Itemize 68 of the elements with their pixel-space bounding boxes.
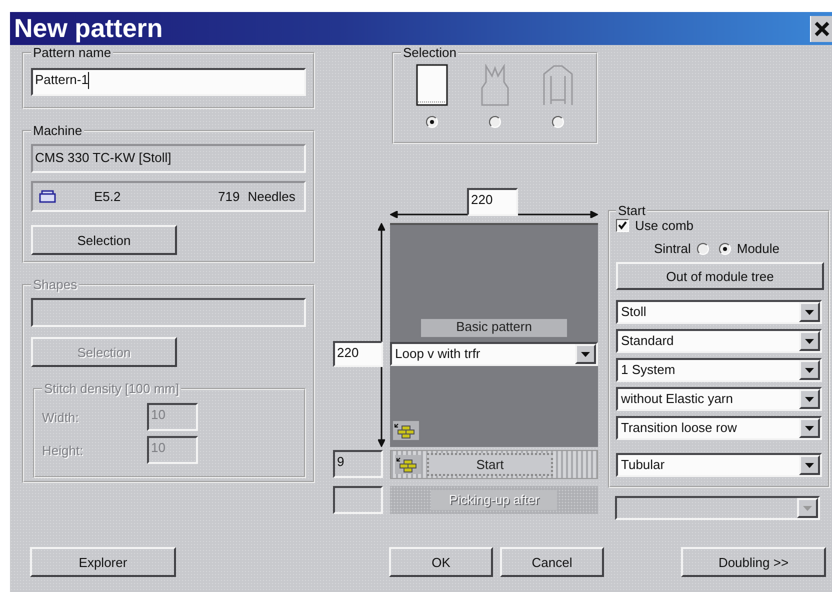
panel-icon (416, 64, 448, 106)
dropdown-button[interactable] (799, 389, 820, 409)
machine-name-field: CMS 330 TC-KW [Stoll] (31, 144, 306, 173)
dropdown-button[interactable] (799, 302, 820, 322)
dropdown[interactable]: 1 System (616, 358, 822, 382)
selection-button[interactable]: Selection (31, 225, 177, 255)
group-label: Stitch density [100 mm] (43, 381, 180, 396)
cancel-button[interactable]: Cancel (500, 547, 604, 577)
caret-icon (803, 506, 812, 510)
machine-icon (39, 190, 56, 203)
sintral-label: Sintral (654, 241, 691, 256)
caret-icon (805, 396, 814, 402)
radio-button[interactable] (488, 116, 501, 128)
group-label: Pattern name (32, 45, 112, 60)
width-field[interactable]: 220 (467, 188, 518, 216)
bricks-icon (395, 455, 421, 474)
close-icon (814, 20, 830, 36)
needle-count: 719 (218, 189, 240, 204)
dropdown-button[interactable] (799, 418, 820, 438)
dropdown[interactable]: Stoll (616, 300, 822, 324)
start-label: Start (427, 453, 553, 476)
radio-button[interactable] (718, 242, 731, 254)
dropdown[interactable]: Transition loose row (616, 416, 822, 440)
window-title: New pattern (14, 13, 163, 44)
group-label: Start (617, 203, 646, 218)
dropdown-button[interactable] (799, 455, 820, 475)
dropdown[interactable]: without Elastic yarn (616, 387, 822, 411)
caret-icon (805, 368, 814, 372)
explorer-button[interactable]: Explorer (30, 547, 176, 577)
picking-rows-field (333, 486, 383, 514)
gauge-text: E5.2 (94, 189, 122, 204)
dropdown[interactable]: Loop v with trfr (390, 342, 598, 366)
check-icon (618, 221, 627, 230)
module-tree-button[interactable]: Out of module tree (616, 262, 824, 290)
dropdown-button[interactable] (575, 344, 596, 364)
close-button[interactable] (810, 16, 832, 42)
width-label: Width: (42, 410, 80, 424)
dropdown[interactable]: Standard (616, 329, 822, 353)
vest-icon (478, 64, 511, 106)
dropdown-button[interactable] (799, 360, 820, 380)
use-comb-label: Use comb (635, 218, 694, 233)
caret-icon (805, 462, 814, 468)
bricks-icon (393, 421, 419, 440)
doubling-button[interactable]: Doubling >> (681, 547, 826, 577)
dropdown[interactable]: Tubular (616, 453, 822, 477)
caret-icon (581, 352, 590, 356)
picking-up-label: Picking-up after (431, 490, 557, 510)
start-row[interactable]: Start (390, 450, 598, 479)
caret-icon (805, 338, 814, 344)
height-field[interactable]: 220 (333, 341, 383, 367)
height-label: Height: (42, 442, 84, 458)
group-label: Machine (32, 123, 84, 138)
group-label: Selection (402, 45, 458, 60)
module-label: Module (736, 241, 780, 256)
ok-button[interactable]: OK (389, 547, 493, 577)
cardigan-icon (542, 64, 574, 106)
radio-button[interactable] (552, 116, 564, 128)
dropdown-button[interactable] (799, 331, 820, 351)
caret-icon (805, 426, 814, 430)
caret-icon (805, 310, 814, 314)
needles-label: Needles (248, 189, 296, 204)
start-rows-field[interactable]: 9 (333, 450, 383, 478)
basic-pattern-label: Basic pattern (421, 319, 567, 337)
pattern-name-field[interactable]: Pattern-1 (31, 68, 306, 96)
group-label: Shapes (32, 277, 78, 292)
radio-button[interactable] (426, 116, 438, 128)
radio-button[interactable] (696, 242, 709, 254)
checkbox[interactable] (616, 219, 629, 232)
